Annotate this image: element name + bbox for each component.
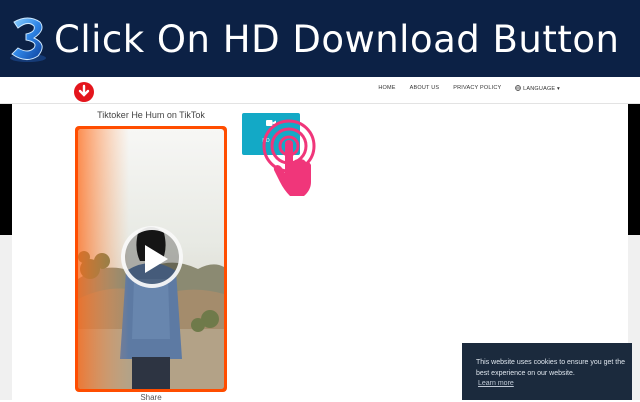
letterbox-left	[0, 104, 12, 235]
play-icon	[145, 245, 168, 273]
play-button[interactable]	[121, 226, 183, 288]
caret-down-icon: ▾	[557, 86, 560, 92]
nav-language-label: LANGUAGE	[523, 86, 556, 92]
hd-button-label: HD	[262, 138, 270, 144]
nav-privacy-policy[interactable]: PRIVACY POLICY	[453, 85, 501, 92]
globe-icon	[515, 85, 522, 91]
nav-links: HOME ABOUT US PRIVACY POLICY LANGUAGE ▾	[378, 85, 560, 92]
nav-about-us[interactable]: ABOUT US	[410, 85, 440, 92]
step-three-icon	[10, 17, 46, 62]
site-logo[interactable]	[74, 82, 94, 102]
video-camera-icon	[266, 120, 276, 126]
cookie-message: This website uses cookies to ensure you …	[476, 359, 626, 377]
nav-language[interactable]: LANGUAGE ▾	[515, 85, 560, 92]
cookie-consent-banner: This website uses cookies to ensure you …	[462, 343, 632, 400]
share-link[interactable]: Share	[76, 393, 226, 402]
nav-home[interactable]: HOME	[378, 85, 395, 92]
instruction-banner: Click On HD Download Button	[0, 0, 640, 77]
download-arrow-icon	[78, 84, 90, 97]
letterbox-right	[628, 104, 640, 235]
gutter-left	[0, 235, 12, 400]
video-title: Tiktoker He Hum on TikTok	[97, 110, 205, 120]
site-navbar: HOME ABOUT US PRIVACY POLICY LANGUAGE ▾	[0, 77, 640, 104]
banner-title: Click On HD Download Button	[54, 18, 620, 61]
hd-download-button[interactable]: HD	[242, 113, 300, 155]
cookie-learn-more-link[interactable]: Learn more	[478, 380, 514, 387]
